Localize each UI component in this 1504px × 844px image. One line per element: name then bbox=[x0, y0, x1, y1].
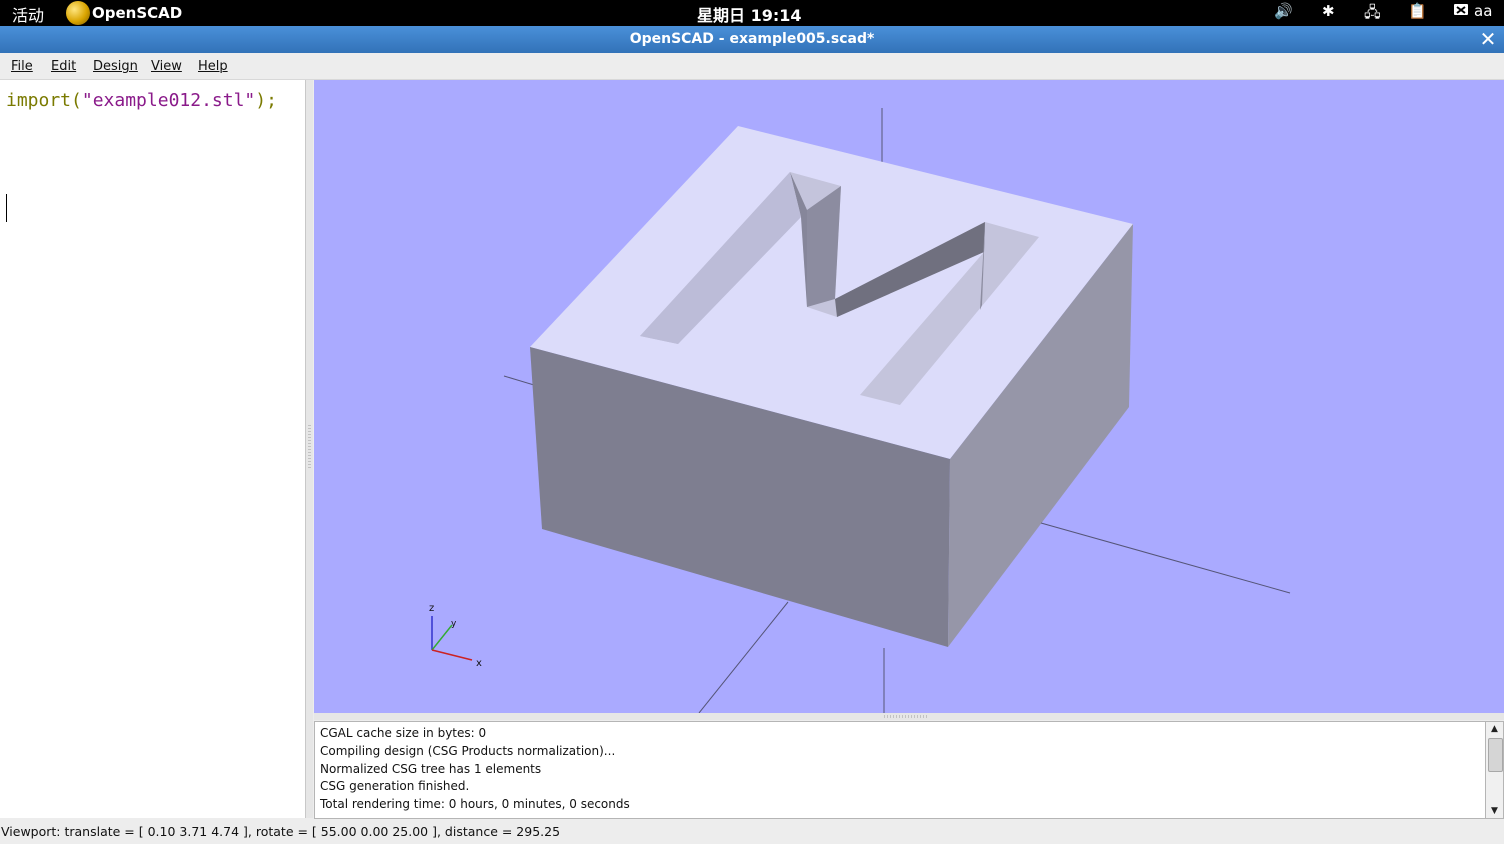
console-scrollbar[interactable]: ▲ ▼ bbox=[1485, 721, 1504, 819]
splitter-grip bbox=[308, 425, 311, 470]
viewport-canvas: z y x bbox=[429, 108, 1291, 713]
activities-button[interactable]: 活动 bbox=[12, 2, 44, 26]
gizmo-x-axis bbox=[431, 649, 473, 661]
status-bar: Viewport: translate = [ 0.10 3.71 4.74 ]… bbox=[0, 819, 1504, 844]
3d-viewport[interactable]: z y x bbox=[314, 80, 1504, 713]
text-cursor bbox=[6, 194, 7, 222]
code-line: import("example012.stl"); bbox=[6, 90, 277, 111]
scrollbar-thumb[interactable] bbox=[1488, 738, 1503, 772]
bluetooth-icon[interactable]: ✱ bbox=[1322, 2, 1335, 20]
code-keyword: import bbox=[6, 90, 72, 111]
splitter-grip bbox=[884, 715, 929, 718]
code-editor[interactable]: import("example012.stl"); bbox=[0, 80, 306, 818]
console-line: Compiling design (CSG Products normaliza… bbox=[320, 744, 616, 758]
keyboard-icon[interactable] bbox=[1453, 2, 1469, 20]
console-line: CSG generation finished. bbox=[320, 779, 470, 793]
code-string: "example012.stl" bbox=[81, 90, 256, 111]
window-title-bar[interactable]: OpenSCAD - example005.scad* ✕ bbox=[0, 26, 1504, 53]
console-splitter[interactable] bbox=[314, 713, 1504, 720]
app-menu-label: OpenSCAD bbox=[92, 4, 183, 22]
menu-bar: File Edit Design View Help bbox=[0, 53, 1504, 80]
menu-view[interactable]: View bbox=[151, 59, 182, 74]
console-line: CGAL cache size in bytes: 0 bbox=[320, 726, 487, 740]
code-paren-close: ); bbox=[255, 90, 277, 111]
menu-file[interactable]: File bbox=[11, 59, 33, 74]
app-menu[interactable]: OpenSCAD bbox=[66, 0, 182, 26]
system-top-bar: 活动 OpenSCAD 星期日 19:14 🔊 ✱ 🖧 📋 aa bbox=[0, 0, 1504, 26]
scroll-down-icon[interactable]: ▼ bbox=[1486, 804, 1503, 818]
viewport-status: Viewport: translate = [ 0.10 3.71 4.74 ]… bbox=[1, 824, 561, 839]
gizmo-y-label: y bbox=[451, 619, 457, 629]
console-line: Total rendering time: 0 hours, 0 minutes… bbox=[320, 797, 630, 811]
editor-splitter[interactable] bbox=[306, 80, 313, 818]
menu-help[interactable]: Help bbox=[198, 59, 228, 74]
clock[interactable]: 星期日 19:14 bbox=[697, 2, 802, 26]
console-panel[interactable]: CGAL cache size in bytes: 0 Compiling de… bbox=[314, 721, 1486, 819]
scene-y-axis-front bbox=[698, 601, 789, 713]
code-paren-open: ( bbox=[71, 90, 82, 111]
network-icon[interactable]: 🖧 bbox=[1364, 2, 1381, 27]
clipboard-icon[interactable]: 📋 bbox=[1408, 2, 1427, 20]
input-method-label[interactable]: aa bbox=[1474, 2, 1492, 20]
menu-edit[interactable]: Edit bbox=[51, 59, 76, 74]
scroll-up-icon[interactable]: ▲ bbox=[1486, 722, 1503, 736]
window-title: OpenSCAD - example005.scad* bbox=[629, 31, 875, 47]
console-line: Normalized CSG tree has 1 elements bbox=[320, 762, 542, 776]
menu-design[interactable]: Design bbox=[93, 59, 138, 74]
gizmo-x-label: x bbox=[476, 658, 482, 669]
gizmo-z-label: z bbox=[429, 603, 434, 614]
close-icon[interactable]: ✕ bbox=[1476, 28, 1500, 50]
volume-icon[interactable]: 🔊 bbox=[1274, 2, 1293, 20]
scene-x-axis-front bbox=[1040, 522, 1291, 594]
gizmo-y-axis bbox=[431, 624, 453, 651]
openscad-logo-icon bbox=[66, 1, 90, 25]
